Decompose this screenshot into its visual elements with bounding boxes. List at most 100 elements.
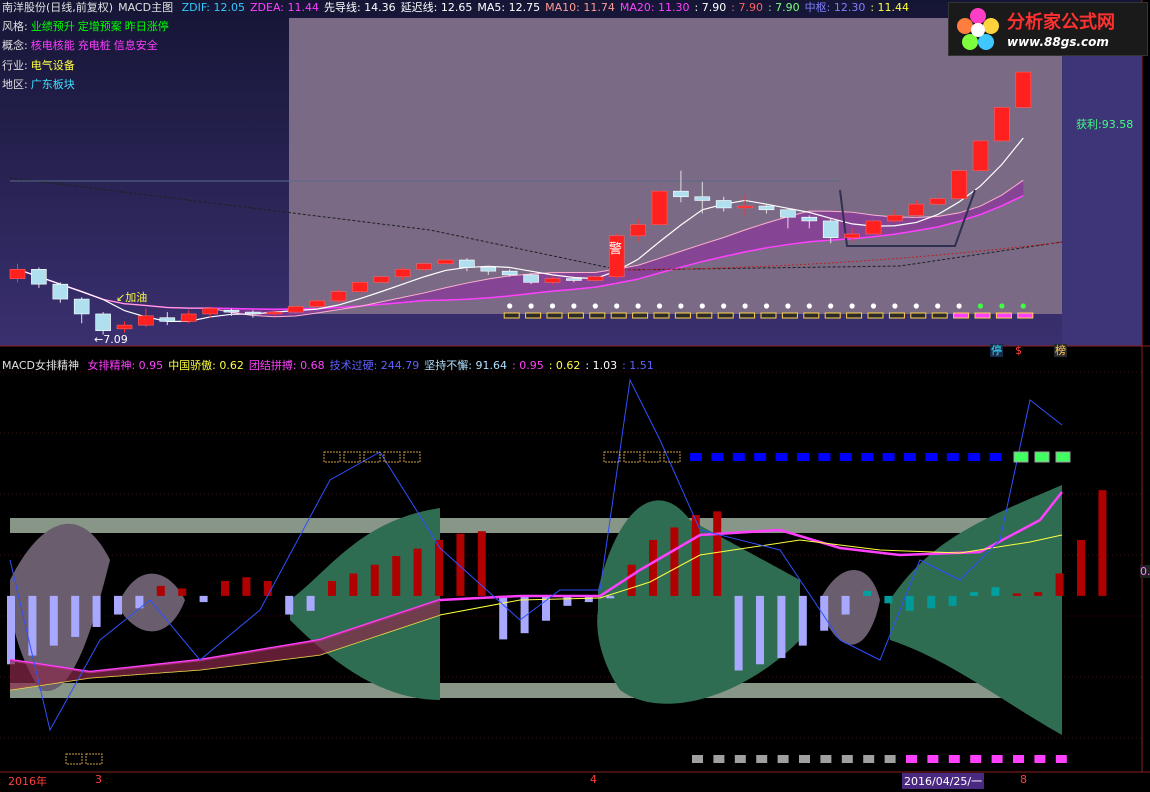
candle bbox=[1015, 71, 1032, 108]
bottom-square bbox=[692, 755, 703, 763]
upper-band bbox=[10, 518, 1010, 533]
bottom-square bbox=[820, 755, 832, 763]
macd-bar bbox=[178, 588, 187, 596]
indicator-value: 坚持不懈: 91.64 bbox=[424, 359, 507, 372]
signal-dot bbox=[656, 303, 663, 309]
candle bbox=[587, 276, 604, 281]
top-marker bbox=[603, 451, 621, 463]
signal-dot bbox=[549, 303, 556, 309]
profit-label: 获利:93.58 bbox=[1076, 118, 1134, 131]
macd-bar bbox=[1012, 593, 1021, 596]
indicator-value: MA5: 12.75 bbox=[477, 1, 541, 14]
signal-dot bbox=[870, 303, 877, 309]
indicator-value: : 0.62 bbox=[548, 359, 581, 372]
indicator-value: 中枢: 12.30 bbox=[804, 1, 866, 14]
info-value: 电气设备 bbox=[30, 59, 75, 72]
macd-bar bbox=[948, 595, 957, 606]
indicator-value: : 1.51 bbox=[622, 359, 654, 372]
lower-band bbox=[10, 683, 1020, 698]
candle bbox=[245, 311, 261, 315]
money-button[interactable]: $ bbox=[1014, 344, 1023, 357]
macd-bar bbox=[328, 580, 336, 596]
candle bbox=[844, 233, 860, 238]
signal-box bbox=[995, 312, 1012, 319]
macd-bar bbox=[370, 564, 379, 596]
signal-square bbox=[861, 453, 874, 461]
bottom-square bbox=[863, 755, 875, 763]
top-marker bbox=[323, 451, 341, 463]
candle bbox=[202, 308, 218, 315]
signal-dot bbox=[678, 303, 684, 309]
chart-canvas[interactable] bbox=[0, 0, 1150, 792]
macd-bar bbox=[92, 595, 101, 627]
site-logo[interactable]: 分析家公式网 www.88gs.com bbox=[948, 2, 1148, 56]
bottom-square bbox=[713, 755, 725, 763]
candle bbox=[887, 215, 903, 222]
macd-bar bbox=[1034, 592, 1043, 596]
info-value: 定增预案 bbox=[77, 20, 122, 33]
signal-box bbox=[781, 312, 798, 319]
signal-square bbox=[818, 453, 831, 461]
candle bbox=[159, 317, 176, 322]
candle bbox=[523, 274, 539, 283]
signal-box bbox=[546, 312, 563, 319]
sub-chart-name[interactable]: MACD女排精神 bbox=[2, 359, 79, 372]
macd-bar bbox=[841, 595, 850, 615]
candle bbox=[694, 196, 711, 201]
info-value: 充电桩 bbox=[77, 39, 111, 52]
bottom-square bbox=[970, 755, 982, 763]
signal-dot bbox=[828, 303, 834, 309]
signal-dot bbox=[892, 303, 898, 309]
alarm-label: 警 bbox=[609, 242, 623, 257]
x-label-month: 8 bbox=[1020, 773, 1027, 786]
candle bbox=[9, 269, 26, 279]
candle bbox=[416, 263, 432, 270]
info-label: 风格: bbox=[2, 20, 28, 33]
signal-square bbox=[946, 453, 959, 461]
indicator-value: 技术过硬: 244.79 bbox=[329, 359, 420, 372]
indicator-value: : 0.95 bbox=[512, 359, 544, 372]
candle bbox=[352, 282, 368, 292]
candle bbox=[459, 259, 475, 268]
bottom-square bbox=[906, 755, 917, 763]
candle bbox=[138, 315, 154, 326]
signal-dot bbox=[571, 303, 577, 309]
info-concept: 概念: 核电核能 充电桩 信息安全 bbox=[2, 37, 161, 55]
top-marker bbox=[343, 451, 361, 463]
macd-bar bbox=[1055, 573, 1064, 596]
macd-layer bbox=[7, 378, 1107, 765]
signal-box bbox=[632, 312, 649, 319]
bottom-marker bbox=[85, 753, 103, 765]
macd-bar bbox=[114, 595, 122, 615]
top-marker bbox=[403, 451, 421, 463]
macd-bar bbox=[242, 577, 251, 596]
signal-square bbox=[1034, 451, 1050, 463]
candle bbox=[437, 259, 454, 265]
candle bbox=[822, 220, 839, 238]
cursor-date: 2016/04/25/一 bbox=[902, 773, 985, 789]
indicator-value: MA20: 11.30 bbox=[619, 1, 690, 14]
signal-dot bbox=[614, 303, 620, 309]
ranking-button[interactable]: 榜 bbox=[1054, 344, 1067, 357]
candle bbox=[31, 269, 47, 285]
macd-bar bbox=[777, 595, 786, 659]
bottom-square bbox=[927, 755, 939, 763]
stop-button[interactable]: 停 bbox=[990, 344, 1003, 357]
signal-dot bbox=[635, 303, 641, 309]
indicator-value: ZDEA: 11.44 bbox=[250, 1, 319, 14]
signal-box bbox=[739, 312, 756, 319]
sub-indicators: 女排精神: 0.95 中国骄傲: 0.62 团结拼搏: 0.68 技术过硬: 244.… bbox=[87, 359, 658, 372]
info-style: 风格: 业绩预升 定增预案 昨日涨停 bbox=[2, 18, 172, 36]
bottom-square bbox=[991, 755, 1003, 763]
macd-bar bbox=[970, 592, 978, 596]
indicator-value: : 11.44 bbox=[870, 1, 910, 14]
bottom-marker bbox=[65, 753, 83, 765]
indicator-value: : 7.90 bbox=[731, 1, 763, 14]
bottom-square bbox=[1013, 755, 1024, 763]
signal-square bbox=[732, 453, 745, 461]
macd-bar bbox=[798, 595, 807, 646]
signal-square bbox=[775, 453, 788, 461]
indicator-value: MA10: 11.74 bbox=[545, 1, 615, 14]
signal-box bbox=[674, 312, 691, 319]
stock-title[interactable]: 南洋股份(日线,前复权) bbox=[2, 1, 113, 14]
